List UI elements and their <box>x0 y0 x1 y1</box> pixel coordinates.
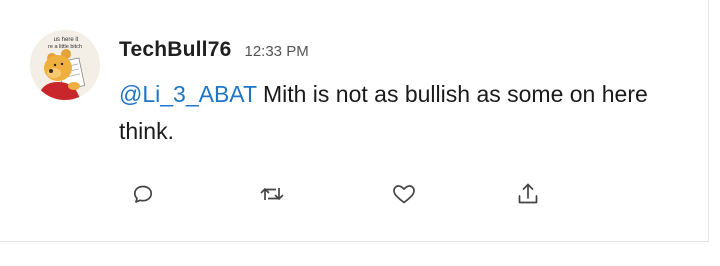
avatar-caption-line1: us here it <box>54 37 79 43</box>
reply-button[interactable] <box>128 179 158 209</box>
heart-icon <box>393 185 415 204</box>
post-body: @Li_3_ABAT Mith is not as bullish as som… <box>119 76 679 150</box>
retweet-button[interactable] <box>257 179 287 209</box>
timestamp[interactable]: 12:33 PM <box>244 43 308 60</box>
avatar-caption-line2: re a little bitch <box>48 44 82 50</box>
mention-link[interactable]: @Li_3_ABAT <box>119 81 257 107</box>
winnie-the-pooh-avatar-image: us here it re a little bitch <box>30 30 100 100</box>
reply-icon <box>133 185 153 203</box>
retweet-icon <box>260 188 284 200</box>
share-button[interactable] <box>513 179 543 209</box>
share-icon <box>518 183 538 204</box>
like-button[interactable] <box>389 179 419 209</box>
tweet-card[interactable]: us here it re a little bitch TechBull76 … <box>0 0 709 242</box>
author-name[interactable]: TechBull76 <box>119 38 231 62</box>
avatar[interactable]: us here it re a little bitch <box>30 30 100 100</box>
post-header: TechBull76 12:33 PM <box>119 38 309 66</box>
